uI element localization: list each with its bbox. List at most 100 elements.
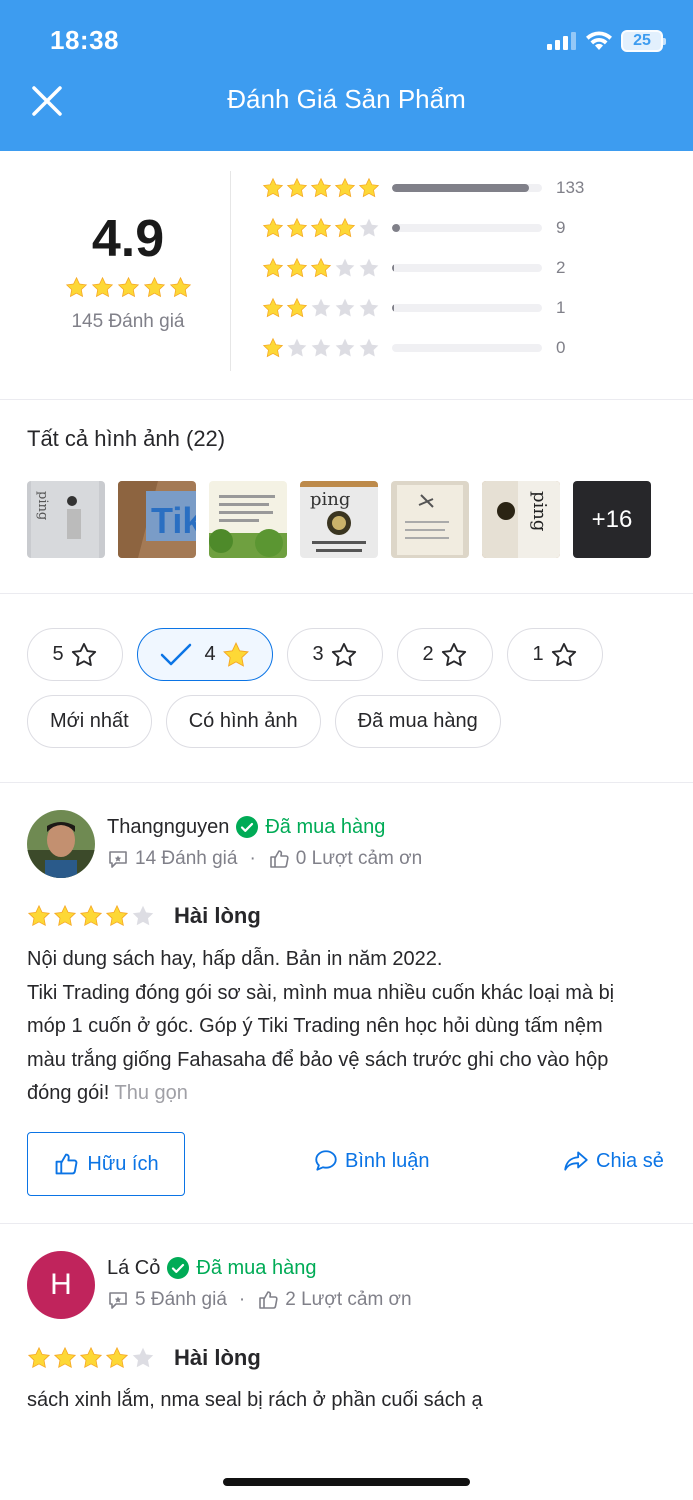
star-icon [131,1346,155,1370]
thanks-count: 0 Lượt cảm ơn [295,848,423,869]
average-score: 4.9 [91,210,165,268]
rating-bar-fill [392,304,394,312]
star-icon [53,904,77,928]
reviewer-meta: 5 Đánh giá · 2 Lượt cảm ơn [107,1289,412,1311]
star-icon [334,257,356,279]
share-label: Chia sẻ [596,1149,664,1172]
star-icon [27,1346,51,1370]
star-icon [358,177,380,199]
star-icon [334,217,356,239]
star-outline-icon [550,641,578,669]
svg-text:ping: ping [529,491,550,531]
more-images-button[interactable]: +16 [573,481,651,558]
thumbs-up-icon [259,1291,278,1309]
star-icon [310,297,332,319]
svg-text:ping: ping [310,489,350,510]
meta-separator: · [249,848,256,869]
share-icon [564,1151,588,1171]
reviewer-name[interactable]: Lá Cỏ [107,1257,160,1280]
reviewer-name[interactable]: Thangnguyen [107,816,229,839]
star-icon [286,297,308,319]
rating-bar [392,264,542,272]
review-text-line: màu trắng giống Fahasaha để bảo vệ sách … [27,1048,609,1071]
rating-bar-fill [392,264,394,272]
rating-bar [392,304,542,312]
star-icon [131,904,155,928]
star-icon [65,276,88,299]
star-icon [358,217,380,239]
share-button[interactable]: Chia sẻ [562,1148,664,1174]
star-icon [286,337,308,359]
star-icon [310,177,332,199]
filter-purchased[interactable]: Đã mua hàng [334,695,501,748]
row-stars [262,177,384,199]
star-icon [358,337,380,359]
filter-1-star[interactable]: 1 [507,628,603,681]
star-icon [262,297,284,319]
rating-row-1[interactable]: 0 [262,333,565,363]
chip-label: 2 [422,643,434,665]
star-icon [286,217,308,239]
review-image[interactable] [209,481,287,558]
rating-bar [392,184,542,192]
thumbs-up-icon [269,850,289,868]
rating-bar-fill [392,184,529,192]
chip-label: 3 [312,643,324,665]
battery-indicator: 25 [621,30,666,52]
review-image[interactable]: ping [27,481,105,558]
useful-button[interactable]: Hữu ích [27,1132,185,1196]
star-icon [91,276,114,299]
avatar[interactable]: H [27,1251,95,1319]
rating-summary: 4.9 145 Đánh giá 133 9 2 1 0 [0,151,693,399]
star-icon [262,337,284,359]
review-image[interactable] [391,481,469,558]
total-reviews: 145 Đánh giá [71,311,185,332]
review-text-line: móp 1 cuốn ở góc. Góp ý Tiki Trading nên… [27,1015,603,1037]
reviewer-name-row: Lá Cỏ Đã mua hàng [107,1256,316,1280]
rating-bar-fill [392,224,400,232]
rating-count: 133 [556,178,585,197]
status-icons: 25 [547,30,666,52]
thanks-count: 2 Lượt cảm ơn [285,1289,412,1310]
review-image[interactable]: ping [482,481,560,558]
filter-3-star[interactable]: 3 [287,628,383,681]
star-icon [105,904,129,928]
comment-button[interactable]: Bình luận [313,1148,430,1174]
filter-2-star[interactable]: 2 [397,628,493,681]
comment-icon [315,1150,337,1171]
signal-icon [547,32,576,50]
average-stars [28,276,228,299]
star-icon [310,257,332,279]
star-outline-icon [330,641,358,669]
check-icon [161,643,192,665]
filter-5-star[interactable]: 5 [27,628,123,681]
useful-label: Hữu ích [87,1152,159,1175]
star-icon [334,177,356,199]
review-text-line: đóng gói! [27,1082,110,1104]
svg-text:Tik: Tik [151,500,196,541]
review-image[interactable]: ping [300,481,378,558]
section-divider [0,399,693,400]
review-text-line: Tiki Trading đóng gói sơ sài, mình mua n… [27,981,615,1004]
rating-row-4[interactable]: 9 [262,213,565,243]
avatar[interactable] [27,810,95,878]
sort-filter-chips: Mới nhất Có hình ảnh Đã mua hàng [27,695,501,748]
star-icon [286,257,308,279]
filter-4-star[interactable]: 4 [137,628,273,681]
star-icon [310,217,332,239]
review-stars [27,904,155,928]
review-card: H Lá Cỏ Đã mua hàng 5 Đánh giá · 2 Lượt … [0,1224,693,1464]
verified-check-icon [167,1257,190,1279]
purchased-badge: Đã mua hàng [196,1256,317,1279]
rating-row-5[interactable]: 133 [262,173,584,203]
filter-newest[interactable]: Mới nhất [27,695,152,748]
chip-label: 4 [204,643,216,665]
collapse-link[interactable]: Thu gọn [115,1082,188,1104]
review-image[interactable]: Tik [118,481,196,558]
rating-row-3[interactable]: 2 [262,253,565,283]
filter-with-images[interactable]: Có hình ảnh [165,695,321,748]
rating-row-2[interactable]: 1 [262,293,565,323]
app-header: 18:38 25 Đánh Giá Sản Phẩm [0,0,693,151]
reviewer-meta: 14 Đánh giá · 0 Lượt cảm ơn [107,848,422,870]
star-icon [262,217,284,239]
